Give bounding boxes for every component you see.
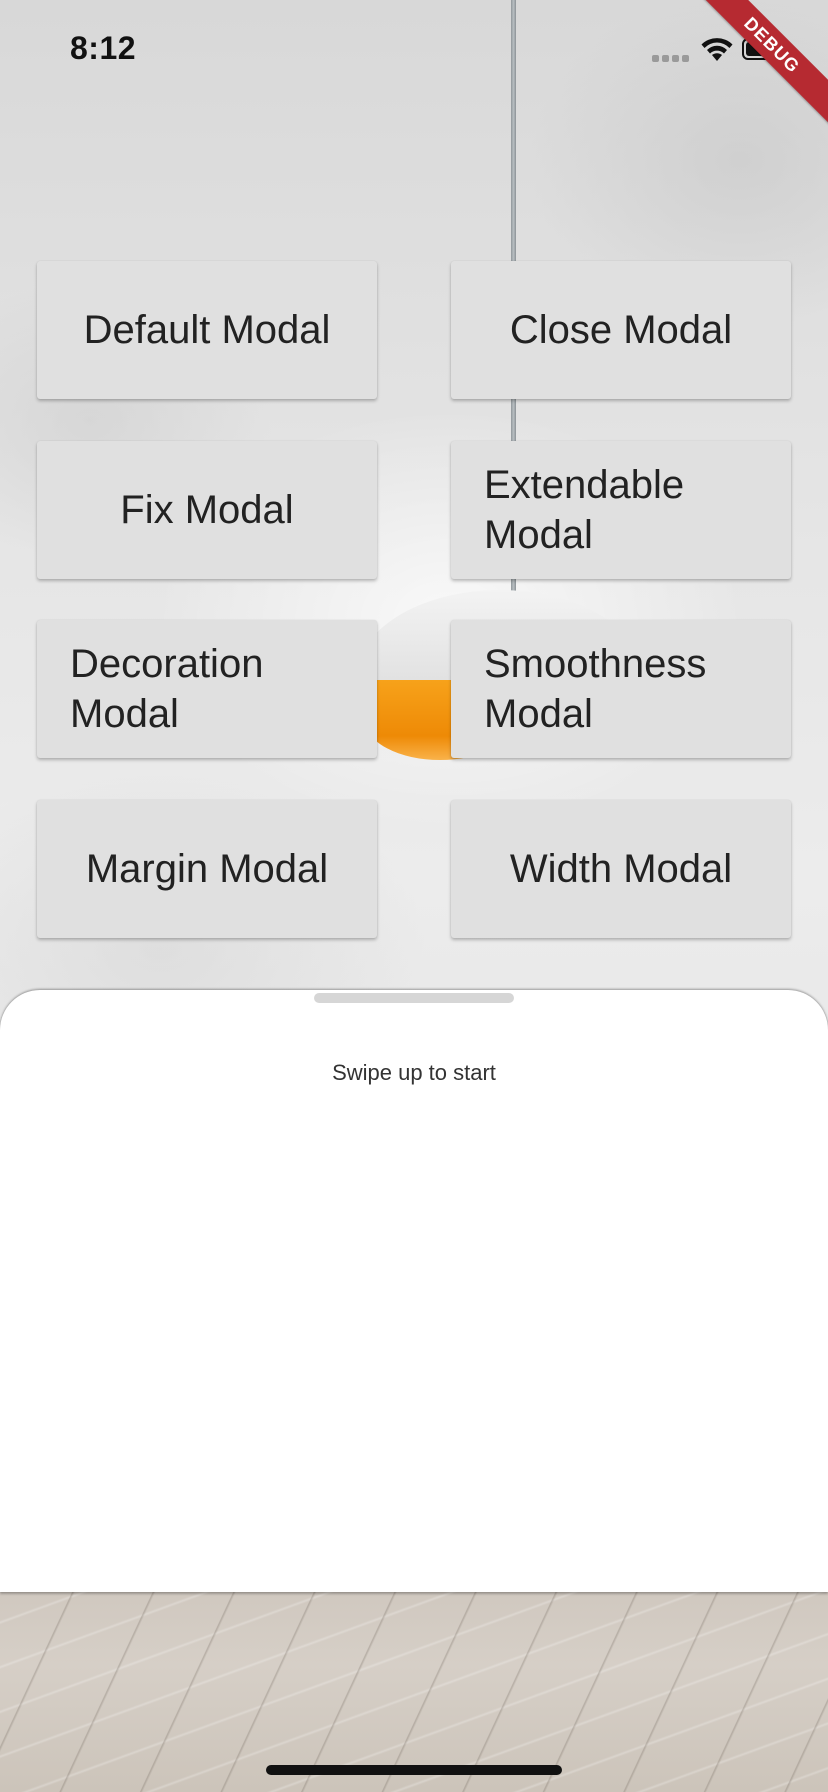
smoothness-modal-button[interactable]: Smoothness Modal (451, 620, 791, 758)
decoration-modal-button[interactable]: Decoration Modal (37, 620, 377, 758)
margin-modal-label: Margin Modal (85, 847, 329, 891)
decoration-modal-label: Decoration Modal (70, 642, 264, 736)
width-modal-label: Width Modal (509, 847, 733, 891)
extendable-modal-label: Extendable Modal (484, 463, 685, 557)
swipe-hint: Swipe up to start (332, 1060, 496, 1085)
debug-banner-label: DEBUG (698, 0, 828, 127)
cellular-signal-icon (652, 52, 692, 62)
debug-banner: DEBUG (698, 0, 828, 130)
close-modal-label: Close Modal (509, 308, 733, 352)
width-modal-button[interactable]: Width Modal (451, 800, 791, 938)
margin-modal-button[interactable]: Margin Modal (37, 800, 377, 938)
close-modal-button[interactable]: Close Modal (451, 261, 791, 399)
fix-modal-button[interactable]: Fix Modal (37, 441, 377, 579)
home-indicator[interactable] (266, 1765, 562, 1775)
default-modal-button[interactable]: Default Modal (37, 261, 377, 399)
fix-modal-label: Fix Modal (120, 488, 294, 532)
drag-handle[interactable] (314, 993, 514, 1003)
background-floor (0, 1580, 828, 1792)
extendable-modal-button[interactable]: Extendable Modal (451, 441, 791, 579)
status-time: 8:12 (70, 30, 137, 66)
bottom-sheet[interactable]: Swipe up to start (0, 990, 828, 1592)
default-modal-label: Default Modal (83, 308, 331, 352)
smoothness-modal-label: Smoothness Modal (484, 642, 707, 736)
